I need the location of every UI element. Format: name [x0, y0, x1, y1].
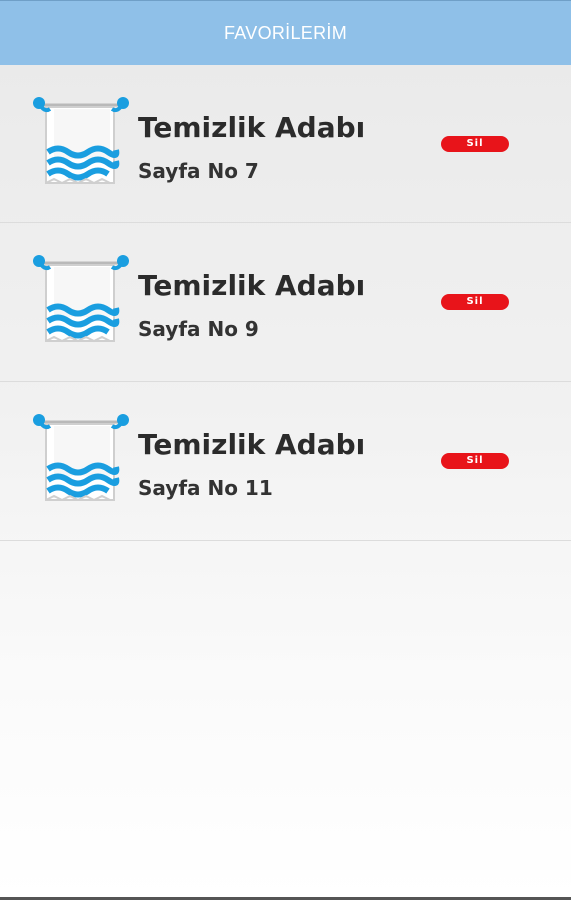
header-title: FAVORİLERİM	[224, 22, 347, 43]
favorite-item[interactable]: Temizlik Adabı Sayfa No 11 Sil	[0, 382, 571, 541]
favorites-list: Temizlik Adabı Sayfa No 7 Sil Temizlik A…	[0, 65, 571, 541]
towel-icon	[30, 253, 130, 348]
favorite-page-number: Sayfa No 11	[138, 476, 273, 500]
delete-button[interactable]: Sil	[441, 453, 509, 469]
towel-icon	[30, 412, 130, 507]
favorite-title: Temizlik Adabı	[138, 111, 366, 144]
delete-button[interactable]: Sil	[441, 294, 509, 310]
favorite-page-number: Sayfa No 7	[138, 159, 259, 183]
favorites-screen: FAVORİLERİM Temizlik Adabı Sayfa No 7 Si…	[0, 0, 571, 900]
favorite-item[interactable]: Temizlik Adabı Sayfa No 9 Sil	[0, 223, 571, 382]
delete-button[interactable]: Sil	[441, 136, 509, 152]
favorite-title: Temizlik Adabı	[138, 269, 366, 302]
favorite-item[interactable]: Temizlik Adabı Sayfa No 7 Sil	[0, 65, 571, 223]
favorite-page-number: Sayfa No 9	[138, 317, 259, 341]
favorite-title: Temizlik Adabı	[138, 428, 366, 461]
app-header: FAVORİLERİM	[0, 0, 571, 65]
towel-icon	[30, 95, 130, 190]
